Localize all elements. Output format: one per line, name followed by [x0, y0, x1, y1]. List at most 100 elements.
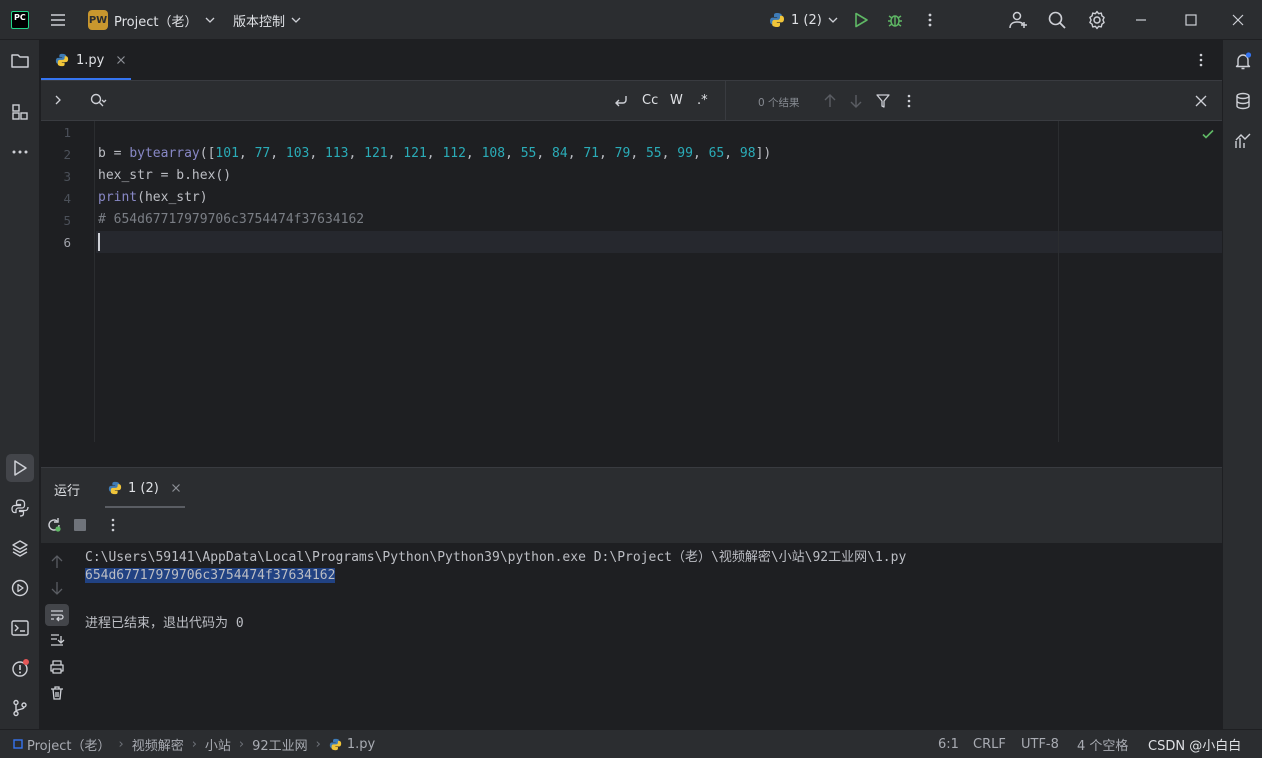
more-horizontal-icon: [12, 150, 28, 154]
minimize-button[interactable]: [1134, 0, 1148, 40]
line-separator[interactable]: CRLF: [973, 730, 1006, 758]
search-result-count: 0 个结果: [758, 97, 800, 109]
python-console-tool-button[interactable]: [6, 494, 34, 522]
python-packages-tool-button[interactable]: [6, 534, 34, 562]
whole-words-button[interactable]: W: [670, 93, 683, 108]
indent-setting[interactable]: 4 个空格: [1077, 730, 1128, 758]
tab-options-button[interactable]: [1193, 52, 1209, 68]
byte-value: 55: [645, 146, 662, 161]
search-everywhere-button[interactable]: [1047, 0, 1067, 40]
maximize-button[interactable]: [1184, 0, 1198, 40]
settings-button[interactable]: [1087, 0, 1107, 40]
project-selector[interactable]: PW Project（老）: [88, 0, 217, 40]
file-encoding[interactable]: UTF-8: [1021, 730, 1059, 758]
maximize-icon: [1185, 14, 1197, 26]
expand-replace-button[interactable]: [51, 93, 65, 107]
byte-value: 71: [583, 146, 599, 161]
database-tool-button[interactable]: [1229, 87, 1257, 115]
code-line-5-comment: # 654d67717979706c3754474f37634162: [98, 212, 365, 227]
find-options-button[interactable]: [901, 93, 917, 109]
run-config-selector[interactable]: 1 (2): [769, 0, 840, 40]
project-badge: PW: [88, 10, 108, 30]
run-tool-button[interactable]: [6, 454, 34, 482]
close-tab-icon[interactable]: [171, 483, 181, 493]
project-tool-button[interactable]: [6, 47, 34, 75]
breadcrumb-item[interactable]: Project（老）: [27, 735, 110, 754]
terminal-tool-button[interactable]: [6, 614, 34, 642]
current-line-highlight: [96, 231, 1222, 253]
arrow-up-icon: [51, 555, 63, 568]
byte-value: 55: [520, 146, 537, 161]
services-icon: [11, 579, 29, 597]
close-window-button[interactable]: [1231, 0, 1245, 40]
code-with-me-button[interactable]: [1008, 0, 1028, 40]
vcs-menu[interactable]: 版本控制: [233, 0, 303, 40]
structure-tool-button[interactable]: [6, 98, 34, 126]
console-output[interactable]: C:\Users\59141\AppData\Local\Programs\Py…: [74, 543, 1222, 730]
stop-button[interactable]: [74, 519, 86, 531]
run-config-label: 1 (2): [791, 12, 822, 28]
find-input[interactable]: [113, 90, 603, 112]
breadcrumb-item[interactable]: 1.py: [347, 737, 375, 752]
close-find-button[interactable]: [1194, 94, 1208, 108]
line-number: 4: [63, 191, 71, 206]
soft-wrap-button[interactable]: [45, 604, 69, 626]
rerun-button[interactable]: [46, 517, 62, 533]
run-panel-title: 运行: [54, 484, 81, 499]
byte-value: 108: [481, 146, 506, 161]
more-vertical-icon: [928, 13, 932, 27]
line-number: 5: [63, 213, 71, 228]
filter-button[interactable]: [875, 93, 891, 109]
app-logo[interactable]: PC: [11, 0, 29, 40]
byte-value: 79: [614, 146, 631, 161]
python-icon: [108, 481, 122, 495]
navigation-breadcrumb: Project（老） › 视频解密 › 小站 › 92工业网 › 1.py: [13, 730, 375, 758]
close-tab-icon[interactable]: [116, 55, 126, 65]
python-icon: [770, 13, 784, 27]
services-tool-button[interactable]: [6, 574, 34, 602]
debug-button[interactable]: [886, 0, 904, 40]
breadcrumb-item[interactable]: 视频解密: [132, 735, 184, 754]
line-number-gutter: 1 2 3 4 5 6: [41, 121, 95, 442]
byte-value: 84: [552, 146, 568, 161]
main-menu-button[interactable]: [48, 0, 68, 40]
sciview-tool-button[interactable]: [1229, 127, 1257, 155]
new-line-button[interactable]: [612, 93, 630, 109]
breadcrumb-item[interactable]: 92工业网: [252, 735, 308, 754]
problems-tool-button[interactable]: [6, 654, 34, 682]
breadcrumb-item[interactable]: 小站: [205, 735, 231, 754]
scroll-down-button[interactable]: [50, 581, 64, 595]
close-icon: [1232, 14, 1244, 26]
search-history-button[interactable]: [89, 92, 107, 110]
git-tool-button[interactable]: [6, 694, 34, 722]
run-button[interactable]: [852, 0, 870, 40]
code-line-3: hex_str = b.hex(): [98, 168, 232, 183]
caret-position[interactable]: 6:1: [938, 730, 959, 758]
minimize-icon: [1136, 19, 1146, 21]
more-actions-button[interactable]: [922, 0, 938, 40]
regex-button[interactable]: .*: [697, 93, 708, 108]
console-exit-line: 进程已结束，退出代码为 0: [85, 616, 244, 631]
more-tools-button[interactable]: [6, 138, 34, 166]
bell-icon: [1235, 52, 1252, 70]
run-options-button[interactable]: [105, 517, 121, 533]
tab-1-py[interactable]: 1.py: [41, 40, 131, 80]
run-icon: [855, 12, 868, 28]
code-editor[interactable]: 1 2 3 4 5 6 b = bytearray([101, 77, 103,…: [41, 121, 1222, 442]
print-button[interactable]: [49, 659, 65, 675]
right-margin-guide: [1058, 121, 1059, 442]
scroll-up-button[interactable]: [50, 555, 64, 569]
close-icon: [1195, 95, 1207, 107]
structure-icon: [12, 104, 28, 120]
previous-occurrence-button[interactable]: [823, 93, 837, 109]
arrow-down-icon: [51, 582, 63, 595]
run-tab[interactable]: 1 (2): [103, 468, 185, 508]
match-case-button[interactable]: Cc: [642, 93, 658, 108]
new-line-icon: [615, 96, 627, 107]
clear-all-button[interactable]: [49, 685, 65, 701]
database-icon: [1236, 92, 1250, 110]
notifications-tool-button[interactable]: [1229, 47, 1257, 75]
next-occurrence-button[interactable]: [849, 93, 863, 109]
scroll-to-end-button[interactable]: [49, 633, 65, 647]
inspection-status[interactable]: [1201, 127, 1215, 141]
